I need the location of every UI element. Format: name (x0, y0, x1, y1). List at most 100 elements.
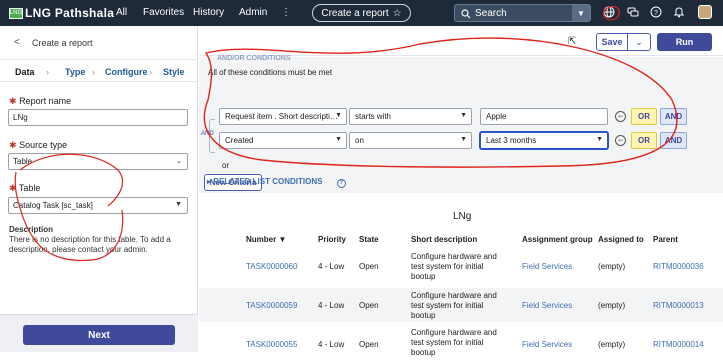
assigned-to-cell: (empty) (598, 301, 626, 310)
source-type-label: ✱ Source type (9, 140, 68, 150)
condition-1-operator-value: starts with (355, 112, 392, 121)
next-button[interactable]: Next (23, 325, 175, 345)
column-header-parent[interactable]: Parent (653, 235, 678, 244)
save-button[interactable]: Save (596, 33, 628, 51)
description-cell-line3: bootup (411, 272, 436, 281)
logo-text: LNG Pathshala (25, 6, 115, 20)
column-header-priority[interactable]: Priority (318, 235, 346, 244)
description-text: There is no description for this table. … (9, 235, 171, 254)
state-cell: Open (359, 262, 379, 271)
step-type[interactable]: Type (65, 67, 85, 77)
condition-2-value-select[interactable]: Last 3 months ▼ (480, 132, 608, 149)
source-type-value: Table (13, 157, 33, 166)
description-title: Description (9, 225, 54, 234)
condition-1-value-input[interactable]: Apple (480, 108, 608, 125)
task-number-link[interactable]: TASK0000060 (246, 262, 297, 272)
assigned-to-cell: (empty) (598, 340, 626, 349)
or-separator: or (222, 161, 230, 170)
chat-icon[interactable] (626, 6, 640, 20)
more-menu-icon[interactable]: ⋮ (281, 7, 291, 18)
condition-1-or-button[interactable]: OR (631, 108, 657, 125)
info-help-icon[interactable]: ? (336, 179, 346, 188)
nav-admin[interactable]: Admin (239, 7, 267, 18)
table-row: TASK0000059 4 - Low Open Configure hardw… (199, 288, 723, 322)
column-header-assigned-to[interactable]: Assigned to (598, 235, 644, 244)
source-type-select[interactable]: Table ⌄ (8, 153, 188, 170)
chevron-down-icon: ⌄ (635, 36, 643, 47)
step-style[interactable]: Style (163, 67, 185, 77)
assignment-group-link[interactable]: Field Services (522, 301, 572, 311)
search-input[interactable]: Search (475, 8, 507, 19)
step-configure[interactable]: Configure (105, 67, 148, 77)
parent-link[interactable]: RITM0000014 (653, 340, 704, 350)
conditions-header: AND/OR CONDITIONS (217, 55, 291, 62)
description-cell-line2: test system for initial (411, 338, 484, 347)
search-icon (461, 9, 471, 19)
create-report-label: Create a report (321, 7, 389, 19)
remove-condition-2-icon[interactable]: − (615, 135, 626, 146)
user-avatar[interactable] (698, 5, 712, 19)
column-header-number[interactable]: Number ▼ (246, 235, 286, 244)
chevron-down-icon: ⌄ (176, 158, 182, 165)
column-header-assignment-group[interactable]: Assignment group (522, 235, 593, 244)
table-value: Catalog Task [sc_task] (13, 201, 93, 210)
task-number-link[interactable]: TASK0000055 (246, 340, 297, 350)
nav-all[interactable]: All (116, 7, 127, 18)
assignment-group-link[interactable]: Field Services (522, 262, 572, 272)
step-data[interactable]: Data (15, 67, 35, 77)
remove-condition-1-icon[interactable]: − (615, 111, 626, 122)
state-cell: Open (359, 340, 379, 349)
create-report-button[interactable]: Create a report ☆ (312, 4, 411, 22)
condition-2-or-button[interactable]: OR (631, 132, 657, 149)
nav-history[interactable]: History (193, 7, 224, 18)
caret-down-icon: ▼ (335, 136, 342, 143)
report-title: LNg (453, 211, 472, 222)
search-scope-dropdown[interactable]: ▼ (572, 5, 590, 21)
step-separator-icon: › (149, 67, 152, 77)
parent-link[interactable]: RITM0000036 (653, 262, 704, 272)
priority-cell: 4 - Low (318, 301, 345, 310)
description-cell-line1: Configure hardware and (411, 291, 497, 300)
condition-2-field[interactable]: Created ▼ (219, 132, 347, 149)
table-row: TASK0000055 4 - Low Open Configure hardw… (199, 326, 723, 360)
task-number-link[interactable]: TASK0000059 (246, 301, 297, 311)
step-separator-icon: › (46, 67, 49, 77)
back-chevron-icon[interactable]: < (14, 37, 20, 48)
panel-title: Create a report (32, 38, 93, 48)
condition-1-operator[interactable]: starts with ▼ (349, 108, 472, 125)
logo[interactable]: LNG LNG Pathshala (9, 4, 114, 22)
condition-2-operator[interactable]: on ▼ (349, 132, 472, 149)
related-list-label: RELATED LIST CONDITIONS (213, 177, 323, 186)
description-cell-line2: test system for initial (411, 262, 484, 271)
assignment-group-link[interactable]: Field Services (522, 340, 572, 350)
step-separator-icon: › (92, 67, 95, 77)
wizard-steps: Data › Type › Configure › Style (0, 60, 198, 82)
report-name-input[interactable]: LNg (8, 109, 188, 126)
footer-bar: Next (0, 314, 198, 352)
assigned-to-cell: (empty) (598, 262, 626, 271)
table-select[interactable]: Catalog Task [sc_task] ▼ (8, 197, 188, 214)
report-builder-panel: < Create a report Data › Type › Configur… (0, 26, 198, 352)
condition-2-and-button[interactable]: AND (660, 132, 687, 149)
save-options-dropdown[interactable]: ⌄ (628, 33, 651, 51)
run-button[interactable]: Run (657, 33, 712, 51)
star-icon[interactable]: ☆ (393, 8, 402, 19)
description-cell-line2: test system for initial (411, 301, 484, 310)
export-icon[interactable]: ⇱ (568, 36, 576, 47)
back-header: < Create a report (0, 26, 198, 60)
globe-icon[interactable] (602, 6, 616, 20)
condition-1-and-button[interactable]: AND (660, 108, 687, 125)
column-header-short-description[interactable]: Short description (411, 235, 477, 244)
global-search[interactable]: Search ▼ (454, 4, 591, 22)
report-preview-panel: ⇱ Save ⌄ Run AND/OR CONDITIONS All of th… (199, 26, 723, 357)
column-header-state[interactable]: State (359, 235, 379, 244)
parent-link[interactable]: RITM0000013 (653, 301, 704, 311)
description-cell-line1: Configure hardware and (411, 328, 497, 337)
nav-favorites[interactable]: Favorites (143, 7, 184, 18)
top-navigation-bar: LNG LNG Pathshala All Favorites History … (0, 0, 723, 26)
condition-1-field[interactable]: Request item . Short descripti… ▼ (219, 108, 347, 125)
related-list-conditions-toggle[interactable]: ▸ RELATED LIST CONDITIONS ? (207, 177, 346, 188)
notification-bell-icon[interactable] (672, 6, 686, 20)
description-cell-line3: bootup (411, 311, 436, 320)
help-icon[interactable]: ? (649, 6, 663, 20)
